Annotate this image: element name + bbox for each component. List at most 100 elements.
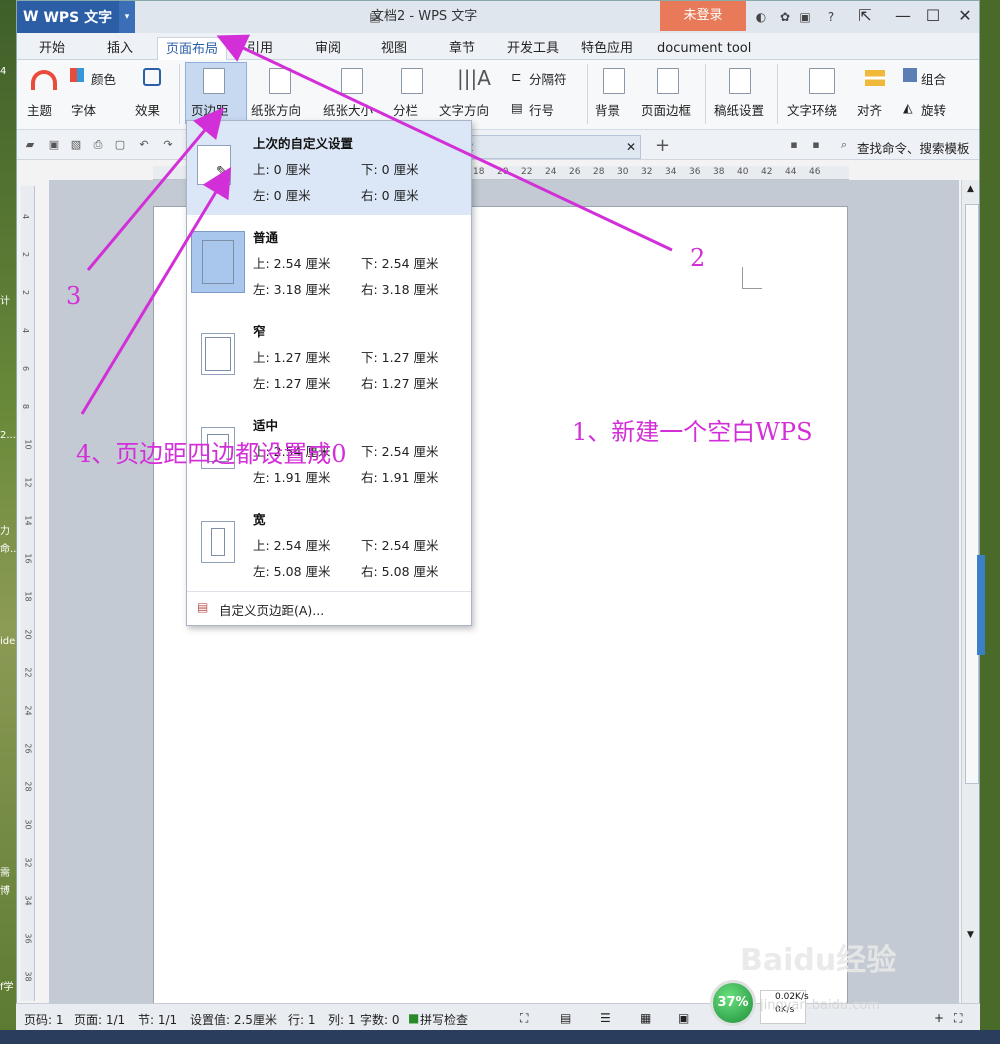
- align-button[interactable]: 对齐: [857, 100, 882, 119]
- status-word-count[interactable]: 字数: 0: [360, 1011, 400, 1028]
- title-bar: W WPS 文字 ▾ 文档2 - WPS 文字 ▤ 未登录 ◐ ✿ ▣ ? ⇱ …: [17, 1, 979, 33]
- divider: [777, 64, 778, 124]
- theme-button[interactable]: 主题: [27, 100, 52, 119]
- tab-references[interactable]: 引用: [239, 37, 281, 60]
- preset-bottom: 下: 2.54 厘米: [361, 444, 439, 459]
- skin-icon[interactable]: ◐: [753, 9, 769, 25]
- tab-home[interactable]: 开始: [31, 37, 73, 60]
- tab-developer[interactable]: 开发工具: [499, 37, 567, 60]
- preset-bottom: 下: 1.27 厘米: [361, 350, 439, 365]
- vruler-tick: 2: [21, 289, 31, 296]
- minimize-button[interactable]: —: [887, 1, 919, 31]
- save-icon[interactable]: ▣: [47, 138, 61, 152]
- feedback-icon[interactable]: ▣: [797, 9, 813, 25]
- vruler-tick: 32: [23, 857, 33, 868]
- columns-button[interactable]: 分栏: [393, 100, 418, 119]
- preset-left: 左: 1.27 厘米: [253, 376, 331, 391]
- group-button[interactable]: 组合: [921, 69, 946, 88]
- preset-wide[interactable]: 宽 上: 2.54 厘米 下: 2.54 厘米 左: 5.08 厘米 右: 5.…: [187, 497, 471, 591]
- tab-view[interactable]: 视图: [373, 37, 415, 60]
- gear-icon[interactable]: ✿: [777, 9, 793, 25]
- preset-normal[interactable]: 普通 上: 2.54 厘米 下: 2.54 厘米 左: 3.18 厘米 右: 3…: [187, 215, 471, 309]
- preset-last-custom[interactable]: ✎ 上次的自定义设置 上: 0 厘米 下: 0 厘米 左: 0 厘米 右: 0 …: [187, 121, 471, 215]
- preset-name: 窄: [253, 324, 266, 339]
- scroll-up-icon[interactable]: ▲: [967, 184, 974, 194]
- background-button[interactable]: 背景: [595, 100, 620, 119]
- close-icon[interactable]: ✕: [626, 136, 636, 158]
- desktop-label: 力: [0, 526, 10, 537]
- login-button[interactable]: 未登录: [660, 1, 746, 31]
- search-icon[interactable]: ⌕: [837, 138, 851, 152]
- separator-button[interactable]: 分隔符: [529, 69, 567, 88]
- tab-page-layout[interactable]: 页面布局: [157, 37, 228, 60]
- vruler-tick: 34: [23, 895, 33, 906]
- bookmark-icon[interactable]: ▪: [809, 138, 823, 152]
- app-menu-button[interactable]: W WPS 文字 ▾: [17, 1, 135, 33]
- draft-paper-button[interactable]: 稿纸设置: [714, 100, 764, 119]
- page-view-icon[interactable]: ▤: [560, 1011, 571, 1025]
- vruler-tick: 20: [23, 629, 33, 640]
- export-pdf-icon[interactable]: ▧: [69, 138, 83, 152]
- chevron-down-icon[interactable]: ▾: [119, 1, 135, 33]
- vruler-tick: 16: [23, 553, 33, 564]
- vruler-tick: 38: [23, 971, 33, 982]
- preset-narrow[interactable]: 窄 上: 1.27 厘米 下: 1.27 厘米 左: 1.27 厘米 右: 1.…: [187, 309, 471, 403]
- maximize-button[interactable]: ☐: [917, 1, 949, 31]
- text-wrap-button[interactable]: 文字环绕: [787, 100, 837, 119]
- rotate-button[interactable]: 旋转: [921, 100, 946, 119]
- side-panel-tab[interactable]: [977, 555, 985, 655]
- preset-top: 上: 2.54 厘米: [253, 538, 331, 553]
- background-icon: [603, 68, 625, 94]
- tab-insert[interactable]: 插入: [99, 37, 141, 60]
- outline-view-icon[interactable]: ☰: [600, 1011, 611, 1025]
- vruler-tick: 24: [23, 705, 33, 716]
- zoom-in-icon[interactable]: +: [934, 1011, 944, 1025]
- vertical-ruler[interactable]: 4 2 2 4 6 8 10 12 14 16 18 20 22 24 26 28 30 32 34 36 38: [21, 186, 35, 1001]
- close-button[interactable]: ✕: [949, 1, 979, 31]
- web-view-icon[interactable]: ▦: [640, 1011, 651, 1025]
- redo-icon[interactable]: ↷: [161, 138, 175, 152]
- preset-name: 普通: [253, 230, 279, 245]
- margins-icon: [203, 68, 225, 94]
- tab-review[interactable]: 审阅: [307, 37, 349, 60]
- desktop-label: 博: [0, 886, 10, 897]
- print-icon[interactable]: ⎙: [91, 138, 105, 152]
- margins-button[interactable]: 页边距: [191, 100, 229, 119]
- line-number-button[interactable]: 行号: [529, 100, 554, 119]
- tab-document-tool[interactable]: document tool: [649, 37, 759, 60]
- preset-right: 右: 1.91 厘米: [361, 470, 439, 485]
- effect-button[interactable]: 效果: [135, 100, 160, 119]
- margins-dropdown: ✎ 上次的自定义设置 上: 0 厘米 下: 0 厘米 左: 0 厘米 右: 0 …: [186, 120, 472, 626]
- open-icon[interactable]: ▰: [23, 138, 37, 152]
- fit-icon[interactable]: ⛶: [954, 1011, 962, 1026]
- tab-special-apps[interactable]: 特色应用: [573, 37, 641, 60]
- preset-right: 右: 1.27 厘米: [361, 376, 439, 391]
- speed-ball-badge[interactable]: 37%: [710, 980, 756, 1026]
- preset-left: 左: 3.18 厘米: [253, 282, 331, 297]
- orientation-button[interactable]: 纸张方向: [251, 100, 301, 119]
- undo-icon[interactable]: ↶: [137, 138, 151, 152]
- annotation-step1: 1、新建一个空白WPS: [572, 418, 813, 446]
- paper-size-button[interactable]: 纸张大小: [323, 100, 373, 119]
- rotate-icon: ◭: [903, 100, 913, 115]
- spell-check-button[interactable]: 拼写检查: [420, 1011, 468, 1028]
- scroll-thumb[interactable]: [965, 204, 979, 784]
- ruler-tick: 44: [785, 167, 797, 177]
- vruler-tick: 4: [21, 327, 31, 334]
- command-search[interactable]: 查找命令、搜索模板: [857, 138, 979, 156]
- tab-chapter[interactable]: 章节: [441, 37, 483, 60]
- print-preview-icon[interactable]: ▢: [113, 138, 127, 152]
- share-icon[interactable]: ▪: [787, 138, 801, 152]
- scroll-down-icon[interactable]: ▼: [967, 930, 974, 940]
- new-tab-button[interactable]: +: [655, 135, 670, 156]
- reading-view-icon[interactable]: ▣: [678, 1011, 689, 1025]
- font-button[interactable]: 字体: [71, 100, 96, 119]
- help-icon[interactable]: ?: [823, 9, 839, 25]
- custom-margins-item[interactable]: ▤ 自定义页边距(A)...: [187, 591, 471, 625]
- color-button[interactable]: 颜色: [91, 69, 116, 88]
- fullscreen-view-icon[interactable]: ⛶: [520, 1011, 528, 1026]
- restore-ribbon-icon[interactable]: ⇱: [849, 1, 881, 31]
- text-direction-button[interactable]: 文字方向: [439, 100, 489, 119]
- line-number-icon: ▤: [511, 100, 523, 115]
- page-border-button[interactable]: 页面边框: [641, 100, 691, 119]
